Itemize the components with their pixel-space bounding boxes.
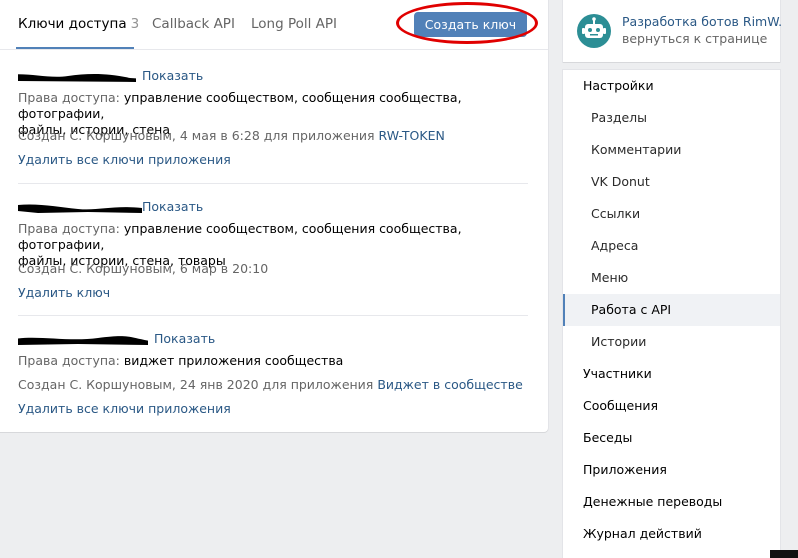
menu-item-chats[interactable]: Беседы [563,422,780,454]
app-link[interactable]: Виджет в сообществе [377,377,522,392]
menu-item-money-transfers[interactable]: Денежные переводы [563,486,780,518]
robot-avatar [577,14,611,48]
menu-item-action-log[interactable]: Журнал действий [563,518,780,550]
masked-key [18,333,148,347]
key-created: Создан С. Коршуновым, 4 мая в 6:28 для п… [18,128,445,143]
masked-key [18,70,136,84]
delete-all-app-keys-link[interactable]: Удалить все ключи приложения [18,152,231,167]
key-created: Создан С. Коршуновым, 6 мар в 20:10 [18,261,269,276]
tab-count: 3 [130,16,140,32]
key-rights: Права доступа: виджет приложения сообщес… [18,353,344,368]
masked-key [18,201,142,215]
menu-item-links[interactable]: Ссылки [563,198,780,230]
create-key-button[interactable]: Создать ключ [414,12,527,37]
menu-item-settings[interactable]: Настройки [563,70,780,102]
group-name-link[interactable]: Разработка ботов RimW... [622,14,782,29]
settings-menu: Настройки Разделы Комментарии VK Donut С… [563,70,780,558]
delete-all-app-keys-link[interactable]: Удалить все ключи приложения [18,401,231,416]
api-keys-card: Ключи доступа 3 Callback API Long Poll AP… [0,0,548,432]
delete-keys-link-wrap: Удалить все ключи приложения [18,152,528,168]
tab-label: Ключи доступа [18,16,127,32]
delete-key-link[interactable]: Удалить ключ [18,285,110,300]
menu-item-menu[interactable]: Меню [563,262,780,294]
tab-bar: Ключи доступа 3 Callback API Long Poll AP… [0,0,548,50]
menu-item-apps[interactable]: Приложения [563,454,780,486]
show-key-link[interactable]: Показать [142,199,203,214]
delete-keys-link-wrap: Удалить все ключи приложения [18,401,528,417]
show-key-link[interactable]: Показать [142,68,203,83]
key-created: Создан С. Коршуновым, 24 янв 2020 для пр… [18,377,523,392]
menu-item-api[interactable]: Работа с API [563,294,780,326]
group-card[interactable]: Разработка ботов RimW... вернуться к стр… [563,0,782,62]
menu-item-stories[interactable]: Истории [563,326,780,358]
menu-item-members[interactable]: Участники [563,358,780,390]
active-tab-indicator [16,47,134,49]
menu-item-sections[interactable]: Разделы [563,102,780,134]
divider [18,315,528,316]
show-key-link[interactable]: Показать [154,331,215,346]
menu-item-addresses[interactable]: Адреса [563,230,780,262]
menu-item-vk-donut[interactable]: VK Donut [563,166,780,198]
app-link[interactable]: RW-TOKEN [379,128,445,143]
delete-key-link-wrap: Удалить ключ [18,285,528,301]
tab-callback-api[interactable]: Callback API [152,16,235,32]
scrollbar-corner [770,550,798,558]
menu-item-comments[interactable]: Комментарии [563,134,780,166]
tab-access-keys[interactable]: Ключи доступа 3 [18,16,139,32]
back-to-page-link[interactable]: вернуться к странице [622,31,767,46]
menu-item-messages[interactable]: Сообщения [563,390,780,422]
divider [18,183,528,184]
tab-long-poll-api[interactable]: Long Poll API [251,16,337,32]
